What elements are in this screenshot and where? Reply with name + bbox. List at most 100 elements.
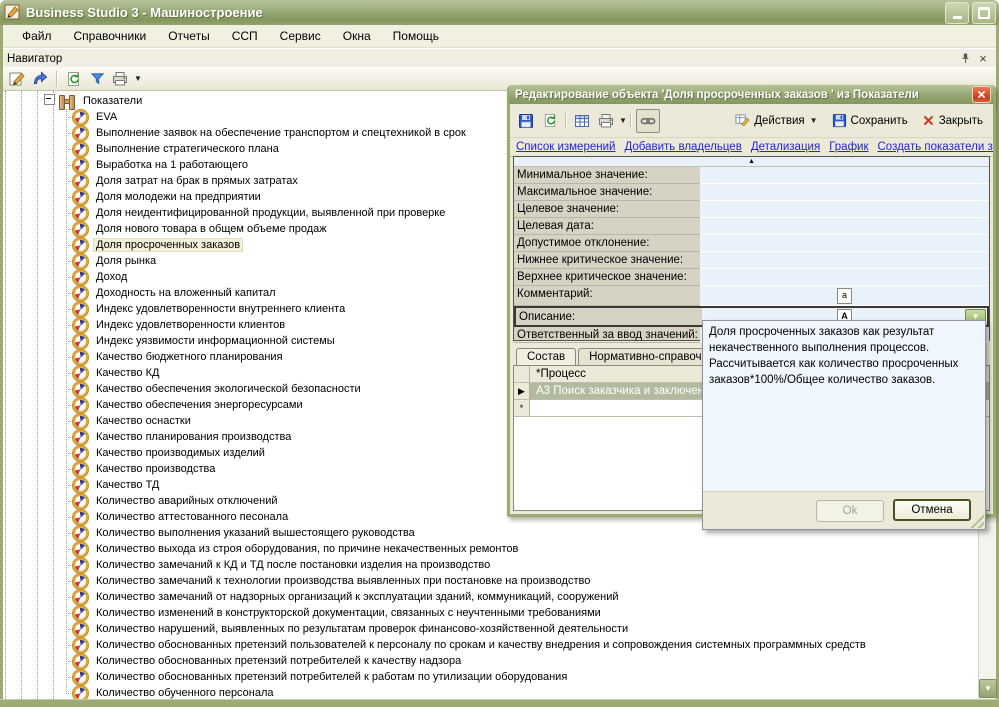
form-row[interactable]: Верхнее критическое значение:: [514, 269, 989, 286]
menu-item[interactable]: Сервис: [269, 26, 332, 46]
tree-item[interactable]: Количество обученного персонала: [3, 685, 277, 699]
tree-item[interactable]: Доход: [3, 269, 130, 285]
tree-root-row[interactable]: Показатели: [3, 93, 145, 109]
description-text-area[interactable]: Доля просроченных заказов как результат …: [703, 321, 985, 492]
refresh-icon[interactable]: [539, 110, 561, 132]
print-dropdown-icon[interactable]: ▼: [134, 74, 142, 83]
comment-doc-icon[interactable]: a: [837, 288, 852, 304]
comment-field[interactable]: a: [700, 286, 989, 306]
tree-connector: [66, 373, 73, 374]
tree-item[interactable]: Доля неидентифицированной продукции, выя…: [3, 205, 448, 221]
form-row[interactable]: Максимальное значение:: [514, 184, 989, 201]
tree-item[interactable]: Качество КД: [3, 365, 162, 381]
tree-item[interactable]: Доля затрат на брак в прямых затратах: [3, 173, 301, 189]
close-button[interactable]: Закрыть: [916, 111, 989, 130]
tree-item[interactable]: Количество выхода из строя оборудования,…: [3, 541, 521, 557]
tree-item[interactable]: Количество обоснованных претензий пользо…: [3, 637, 869, 653]
filter-icon[interactable]: [87, 69, 107, 88]
tree-item[interactable]: Индекс удовлетворенности клиентов: [3, 317, 288, 333]
tree-item[interactable]: Количество изменений в конструкторской д…: [3, 605, 604, 621]
form-row[interactable]: Допустимое отклонение:: [514, 235, 989, 252]
form-row-comment[interactable]: Комментарий: a: [514, 286, 989, 306]
tree-item[interactable]: Количество нарушений, выявленных по резу…: [3, 621, 631, 637]
tree-item[interactable]: Выполнение стратегического плана: [3, 141, 282, 157]
navigator-close-icon[interactable]: ×: [974, 51, 992, 66]
tree-item[interactable]: Индекс уязвимости информационной системы: [3, 333, 338, 349]
menu-item[interactable]: Справочники: [63, 26, 158, 46]
table-view-icon[interactable]: [571, 110, 593, 132]
form-value-field[interactable]: [700, 201, 989, 218]
dialog-link[interactable]: Список измерений: [516, 141, 615, 153]
menu-item[interactable]: Окна: [332, 26, 382, 46]
tree-item[interactable]: Качество оснастки: [3, 413, 194, 429]
tree-item[interactable]: Количество замечаний к КД и ТД после пос…: [3, 557, 493, 573]
tree-item[interactable]: Индекс удовлетворенности внутреннего кли…: [3, 301, 348, 317]
tree-item[interactable]: Выполнение заявок на обеспечение транспо…: [3, 125, 469, 141]
tree-item[interactable]: EVA: [3, 109, 120, 125]
form-scroll-up[interactable]: ▲: [514, 157, 989, 167]
dialog-link[interactable]: Создать показатели за пер: [878, 141, 994, 153]
form-value-field[interactable]: [700, 184, 989, 201]
dialog-link[interactable]: График: [829, 141, 868, 153]
toolbar-separator: [565, 113, 567, 129]
form-row[interactable]: Минимальное значение:: [514, 167, 989, 184]
tree-item[interactable]: Доходность на вложенный капитал: [3, 285, 279, 301]
edit-icon[interactable]: [7, 69, 27, 88]
form-row[interactable]: Целевая дата:: [514, 218, 989, 235]
dialog-close-button[interactable]: [972, 86, 991, 103]
restore-button[interactable]: [972, 2, 996, 24]
tree-item[interactable]: Качество обеспечения экологической безоп…: [3, 381, 364, 397]
go-to-icon[interactable]: [30, 69, 50, 88]
print-dropdown-icon[interactable]: ▼: [619, 116, 627, 125]
pin-icon[interactable]: [956, 51, 974, 66]
actions-button[interactable]: Действия ▼: [729, 110, 823, 131]
tree-item[interactable]: Количество обоснованных претензий потреб…: [3, 653, 464, 669]
cancel-button[interactable]: Отмена: [893, 499, 971, 521]
menu-item[interactable]: ССП: [221, 26, 269, 46]
form-value-field[interactable]: [700, 167, 989, 184]
save-icon[interactable]: [515, 110, 537, 132]
form-value-field[interactable]: [700, 235, 989, 252]
form-row[interactable]: Нижнее критическое значение:: [514, 252, 989, 269]
tree-item[interactable]: Количество замечаний от надзорных органи…: [3, 589, 622, 605]
tab-sostav[interactable]: Состав: [516, 348, 576, 366]
form-value-field[interactable]: [700, 252, 989, 269]
tree-item[interactable]: Выработка на 1 работающего: [3, 157, 251, 173]
tree-item[interactable]: Доля молодежи на предприятии: [3, 189, 264, 205]
print-icon[interactable]: [595, 110, 617, 132]
menu-item[interactable]: Помощь: [382, 26, 450, 46]
tree-item[interactable]: Качество обеспечения энергоресурсами: [3, 397, 306, 413]
tree-item-label: Количество обученного персонала: [93, 686, 277, 699]
menu-item[interactable]: Файл: [11, 26, 63, 46]
form-row[interactable]: Целевое значение:: [514, 201, 989, 218]
tree-item[interactable]: Качество производства: [3, 461, 218, 477]
dialog-link[interactable]: Детализация: [751, 141, 820, 153]
tree-item[interactable]: Качество бюджетного планирования: [3, 349, 286, 365]
tree-item[interactable]: Доля просроченных заказов: [3, 237, 243, 253]
dialog-link[interactable]: Добавить владельцев: [624, 141, 741, 153]
refresh-icon[interactable]: [64, 69, 84, 88]
tree-item[interactable]: Количество аттестованного песонала: [3, 509, 291, 525]
tree-item[interactable]: Качество производимых изделий: [3, 445, 268, 461]
tree-item[interactable]: Количество выполнения указаний вышестоящ…: [3, 525, 418, 541]
tree-item-label: Качество КД: [93, 366, 162, 380]
tree-item[interactable]: Количество обоснованных претензий потреб…: [3, 669, 570, 685]
tree-item[interactable]: Доля нового товара в общем объеме продаж: [3, 221, 330, 237]
tree-item[interactable]: Доля рынка: [3, 253, 159, 269]
hyperlink-icon[interactable]: [636, 109, 660, 133]
form-value-field[interactable]: [700, 218, 989, 235]
tree-item-label: Качество производимых изделий: [93, 446, 268, 460]
responsible-label: Ответственный за ввод значений:: [514, 327, 700, 343]
save-button[interactable]: Сохранить: [826, 110, 914, 131]
print-icon[interactable]: [110, 69, 130, 88]
form-value-field[interactable]: [700, 269, 989, 286]
minimize-button[interactable]: [945, 2, 969, 24]
menu-item[interactable]: Отчеты: [157, 26, 220, 46]
scroll-down-button[interactable]: ▼: [979, 679, 997, 698]
tree-item[interactable]: Качество ТД: [3, 477, 162, 493]
tree-item[interactable]: Качество планирования производства: [3, 429, 294, 445]
ok-button[interactable]: Ok: [816, 500, 884, 522]
tree-connector: [66, 693, 73, 694]
tree-item[interactable]: Количество замечаний к технологии произв…: [3, 573, 593, 589]
tree-item[interactable]: Количество аварийных отключений: [3, 493, 281, 509]
